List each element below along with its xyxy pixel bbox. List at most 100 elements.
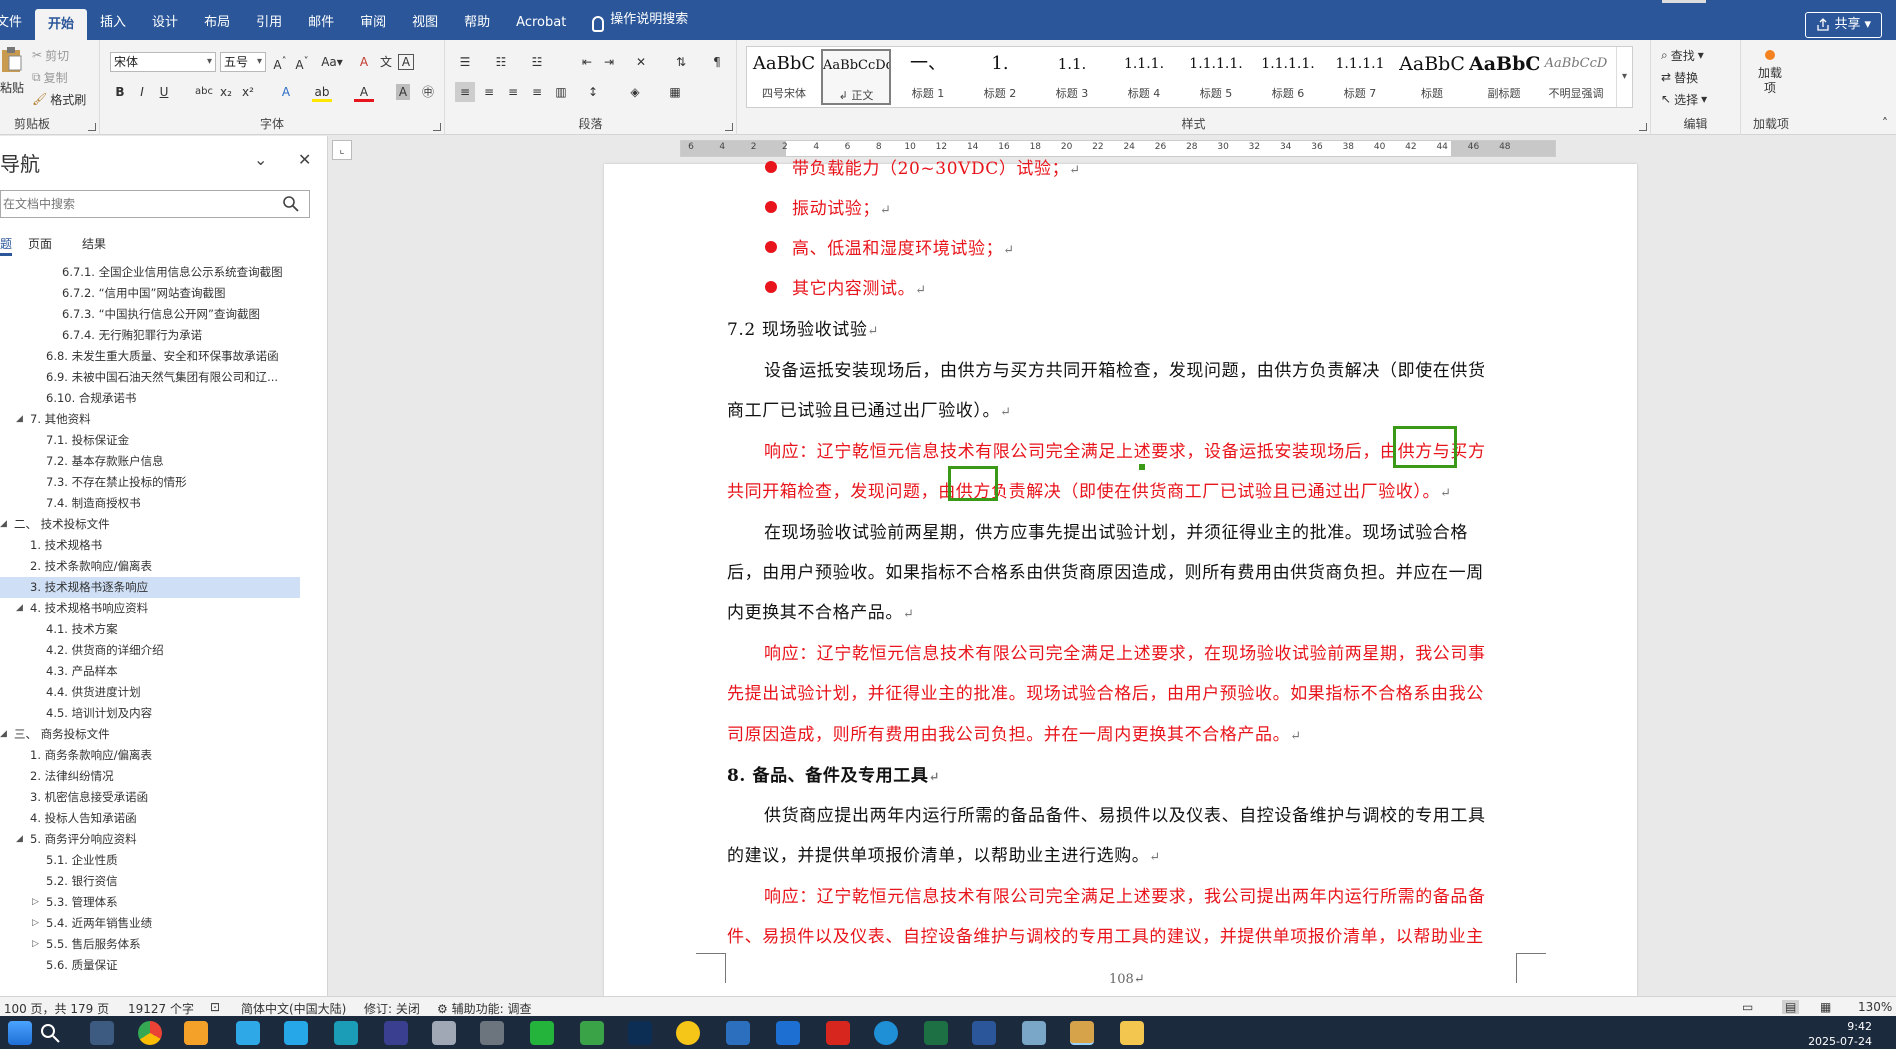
shading-button[interactable]: ◈ [625, 82, 645, 102]
cut-button[interactable]: ✂ 剪切 [32, 45, 69, 65]
chinese-layout-button[interactable]: ✕ [631, 52, 651, 72]
word-count[interactable]: 19127 个字 [128, 1000, 194, 1017]
style-heading-1[interactable]: 一、 标题 1 [893, 49, 963, 105]
tab-review[interactable]: 审阅 [347, 0, 399, 40]
styles-more-button[interactable]: ▾ [1616, 47, 1632, 107]
style-sihao-songti[interactable]: AaBbC 四号宋体 [749, 49, 819, 105]
search-icon[interactable] [282, 195, 300, 213]
nav-heading-item[interactable]: ◢ 7. 其他资料 [0, 409, 300, 430]
nav-heading-item[interactable]: 7.3. 不存在禁止投标的情形 [0, 472, 300, 493]
photoshop-icon[interactable] [628, 1021, 652, 1045]
nav-heading-item[interactable]: ▷ 5.5. 售后服务体系 [0, 934, 300, 955]
nav-heading-item[interactable]: 6.7.4. 无行贿犯罪行为承诺 [0, 325, 300, 346]
tab-design[interactable]: 设计 [139, 0, 191, 40]
nav-heading-item[interactable]: 6.8. 未发生重大质量、安全和环保事故承诺函 [0, 346, 300, 367]
tab-insert[interactable]: 插入 [87, 0, 139, 40]
font-launcher[interactable] [433, 123, 441, 131]
style-subtitle[interactable]: AaBbC 副标题 [1469, 49, 1539, 105]
expand-icon[interactable]: ▷ [32, 934, 39, 955]
nav-options-chevron-icon[interactable]: ⌄ [254, 150, 267, 169]
font-color-button[interactable]: A [354, 82, 374, 102]
align-right-button[interactable]: ≡ [503, 82, 523, 102]
page-count[interactable]: 第 100 页，共 179 页 [0, 1000, 109, 1017]
nav-heading-item[interactable]: 4.1. 技术方案 [0, 619, 300, 640]
collapse-ribbon-icon[interactable]: ˄ [1882, 116, 1888, 130]
phonetic-guide-button[interactable]: 文 [376, 52, 396, 72]
edge-icon[interactable] [874, 1021, 898, 1045]
expand-icon[interactable]: ▷ [32, 892, 39, 913]
calculator-icon[interactable] [90, 1021, 114, 1045]
show-marks-button[interactable]: ¶ [707, 52, 727, 72]
nav-heading-item[interactable]: 1. 商务条款响应/偏离表 [0, 745, 300, 766]
nav-heading-item[interactable]: 2. 技术条款响应/偏离表 [0, 556, 300, 577]
accessibility-status[interactable]: ⚙ 辅助功能: 调查 [437, 1000, 531, 1017]
collapse-icon[interactable]: ◢ [0, 724, 7, 745]
bullets-button[interactable]: ☰ [455, 52, 475, 72]
tab-mailings[interactable]: 邮件 [295, 0, 347, 40]
increase-indent-button[interactable]: ⇥ [599, 52, 619, 72]
nav-tab-pages[interactable]: 页面 [28, 232, 66, 256]
style-title[interactable]: AaBbC 标题 [1397, 49, 1467, 105]
proofing-icon[interactable]: ⊡ [210, 1000, 220, 1014]
app-icon[interactable] [284, 1021, 308, 1045]
app-icon[interactable] [384, 1021, 408, 1045]
search-icon[interactable] [38, 1021, 62, 1045]
nav-heading-item[interactable]: 5.1. 企业性质 [0, 850, 300, 871]
shrink-font-button[interactable]: A˅ [292, 52, 312, 72]
strikethrough-button[interactable]: abc [194, 82, 214, 102]
tab-layout[interactable]: 布局 [191, 0, 243, 40]
replace-button[interactable]: ⇄ 替换 [1661, 67, 1698, 87]
language-status[interactable]: 简体中文(中国大陆) [241, 1000, 346, 1017]
nav-heading-item[interactable]: 4.2. 供货商的详细介绍 [0, 640, 300, 661]
zoom-level[interactable]: 130% [1858, 1000, 1892, 1014]
nav-heading-item[interactable]: 6.7.3. “中国执行信息公开网”查询截图 [0, 304, 300, 325]
style-heading-6[interactable]: 1.1.1.1. 标题 6 [1253, 49, 1323, 105]
format-painter-button[interactable]: 🖌 格式刷 [32, 89, 86, 109]
chrome-icon[interactable] [138, 1021, 162, 1045]
tab-file[interactable]: 文件 [0, 0, 35, 40]
nav-search-input[interactable]: 在文档中搜索 [0, 190, 310, 218]
nav-heading-item[interactable]: ◢ 4. 技术规格书响应资料 [0, 598, 300, 619]
tab-view[interactable]: 视图 [399, 0, 451, 40]
tab-references[interactable]: 引用 [243, 0, 295, 40]
copy-button[interactable]: ⧉ 复制 [32, 67, 68, 87]
web-layout-icon[interactable]: ▦ [1820, 1000, 1831, 1014]
expand-icon[interactable]: ▷ [32, 913, 39, 934]
bold-button[interactable]: B [110, 82, 130, 102]
nav-heading-item[interactable]: 6.10. 合规承诺书 [0, 388, 300, 409]
nav-heading-item[interactable]: 2. 法律纠纷情况 [0, 766, 300, 787]
nav-heading-item[interactable]: ▷ 5.3. 管理体系 [0, 892, 300, 913]
read-mode-icon[interactable]: ▭ [1742, 1000, 1753, 1014]
clear-format-button[interactable]: A [354, 52, 374, 72]
app-icon[interactable] [432, 1021, 456, 1045]
nav-heading-item[interactable]: 4.3. 产品样本 [0, 661, 300, 682]
tab-home[interactable]: 开始 [35, 9, 88, 40]
select-button[interactable]: ↖ 选择 ▾ [1661, 89, 1707, 109]
style-heading-2[interactable]: 1. 标题 2 [965, 49, 1035, 105]
track-changes-status[interactable]: 修订: 关闭 [364, 1000, 420, 1017]
nav-heading-item[interactable]: 7.4. 制造商授权书 [0, 493, 300, 514]
change-case-button[interactable]: Aa▾ [318, 52, 346, 72]
nav-heading-item[interactable]: 6.9. 未被中国石油天然气集团有限公司和辽... [0, 367, 300, 388]
document-page[interactable]: 带负载能力（20~30VDC）试验；↵ 振动试验；↵ 高、低温和湿度环境试验；↵… [604, 159, 1637, 996]
nav-heading-item[interactable]: ◢ 三、 商务投标文件 [0, 724, 300, 745]
acrobat-icon[interactable] [826, 1021, 850, 1045]
nav-heading-item[interactable]: 4. 投标人告知承诺函 [0, 808, 300, 829]
justify-button[interactable]: ≡ [527, 82, 547, 102]
system-clock[interactable]: 9:42 2025-07-24 [1808, 1019, 1872, 1049]
qq-icon[interactable] [676, 1021, 700, 1045]
nav-heading-item[interactable]: 5.2. 银行资信 [0, 871, 300, 892]
font-size-select[interactable]: 五号 [220, 52, 266, 72]
collapse-icon[interactable]: ◢ [16, 598, 23, 619]
addins-button[interactable]: 加载项 [1755, 46, 1785, 96]
nav-heading-item[interactable]: 3. 技术规格书逐条响应 [0, 577, 300, 598]
styles-launcher[interactable] [1639, 123, 1647, 131]
italic-button[interactable]: I [132, 82, 152, 102]
nav-heading-item[interactable]: ▷ 5.4. 近两年销售业绩 [0, 913, 300, 934]
tab-help[interactable]: 帮助 [451, 0, 503, 40]
nav-tab-results[interactable]: 结果 [82, 232, 120, 256]
style-heading-5[interactable]: 1.1.1.1. 标题 5 [1181, 49, 1251, 105]
nav-heading-item[interactable]: 6.7.2. “信用中国”网站查询截图 [0, 283, 300, 304]
enclose-char-button[interactable]: ㊥ [418, 82, 438, 102]
nav-tab-headings[interactable]: 标题 [0, 232, 13, 256]
